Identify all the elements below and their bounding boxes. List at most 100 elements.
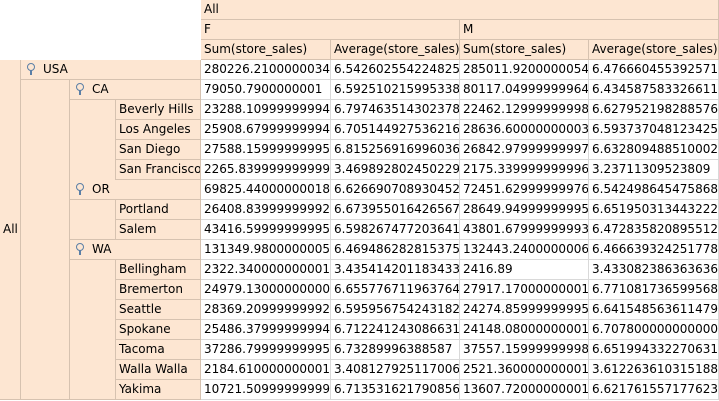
data-cell: 26408.839999999927 bbox=[201, 200, 331, 220]
data-cell: 6.7078000000000004 bbox=[589, 320, 719, 340]
data-cell: 28636.600000000035 bbox=[460, 120, 589, 140]
row-header-city[interactable]: Bellingham bbox=[116, 260, 201, 280]
data-cell: 6.626690708930452 bbox=[331, 180, 460, 200]
data-cell: 6.705144927536216​5 bbox=[331, 120, 460, 140]
row-header-state-label: WA bbox=[92, 242, 112, 256]
data-cell: 25486.37999999994 bbox=[201, 320, 331, 340]
data-cell: 285011.92000000546 bbox=[460, 60, 589, 80]
data-cell: 6.466639324251778 bbox=[589, 240, 719, 260]
data-cell: 6.592510215995338 bbox=[331, 80, 460, 100]
col-header-gender-m[interactable]: M bbox=[460, 20, 719, 40]
row-header-city[interactable]: Tacoma bbox=[116, 340, 201, 360]
data-cell: 2521.3600000000015 bbox=[460, 360, 589, 380]
data-cell: 6.476660455392571 bbox=[589, 60, 719, 80]
row-header-city[interactable]: Salem bbox=[116, 220, 201, 240]
data-cell: 3.469892802450229 bbox=[331, 160, 460, 180]
pin-icon[interactable] bbox=[76, 243, 84, 255]
data-cell: 23288.109999999946 bbox=[201, 100, 331, 120]
data-cell: 6.595956754243182 bbox=[331, 300, 460, 320]
row-indent-usa bbox=[21, 80, 70, 400]
data-cell: 6.6415485636114795 bbox=[589, 300, 719, 320]
row-header-city[interactable]: Seattle bbox=[116, 300, 201, 320]
row-header-city[interactable]: Spokane bbox=[116, 320, 201, 340]
data-cell: 6.651994332270631 bbox=[589, 340, 719, 360]
data-cell: 28369.209999999926 bbox=[201, 300, 331, 320]
data-cell: 6.593737048123425 bbox=[589, 120, 719, 140]
row-header-city[interactable]: Walla Walla bbox=[116, 360, 201, 380]
data-cell: 72451.62999999976 bbox=[460, 180, 589, 200]
data-cell: 6.713531621790856 bbox=[331, 380, 460, 400]
col-header-measure[interactable]: Sum(store_sales) bbox=[201, 40, 331, 60]
data-cell: 80117.04999999964 bbox=[460, 80, 589, 100]
row-header-city[interactable]: Los Angeles bbox=[116, 120, 201, 140]
row-header-city[interactable]: Beverly Hills bbox=[116, 100, 201, 120]
data-cell: 6.73289996388587 bbox=[331, 340, 460, 360]
data-cell: 132443.24000000066 bbox=[460, 240, 589, 260]
row-indent-state bbox=[70, 200, 116, 240]
row-header-country[interactable]: USA bbox=[21, 60, 201, 80]
col-header-gender-f[interactable]: F bbox=[201, 20, 460, 40]
data-cell: 26842.979999999978 bbox=[460, 140, 589, 160]
row-header-city[interactable]: San Diego bbox=[116, 140, 201, 160]
data-cell: 2322.340000000001 bbox=[201, 260, 331, 280]
data-cell: 43416.599999999955 bbox=[201, 220, 331, 240]
data-cell: 2184.610000000001 bbox=[201, 360, 331, 380]
data-cell: 3.408127925117006​5 bbox=[331, 360, 460, 380]
data-cell: 6.542602554224825 bbox=[331, 60, 460, 80]
data-cell: 22462.129999999986 bbox=[460, 100, 589, 120]
row-header-state[interactable]: WA bbox=[70, 240, 201, 260]
data-cell: 6.627952198288576 bbox=[589, 100, 719, 120]
col-header-all[interactable]: All bbox=[201, 0, 719, 20]
data-cell: 43801.679999999935 bbox=[460, 220, 589, 240]
data-cell: 6.621761557177623 bbox=[589, 380, 719, 400]
data-cell: 6.815256916996036 bbox=[331, 140, 460, 160]
data-cell: 37557.15999999998 bbox=[460, 340, 589, 360]
data-cell: 2265.8399999999997 bbox=[201, 160, 331, 180]
row-indent-state bbox=[70, 260, 116, 400]
row-header-city[interactable]: San Francisco bbox=[116, 160, 201, 180]
data-cell: 6.797463514302378 bbox=[331, 100, 460, 120]
data-cell: 6.673955016426567 bbox=[331, 200, 460, 220]
data-cell: 3.23711309523809 bbox=[589, 160, 719, 180]
row-header-all[interactable]: All bbox=[0, 60, 21, 400]
data-cell: 24979.130000000005 bbox=[201, 280, 331, 300]
pin-icon[interactable] bbox=[76, 183, 84, 195]
row-header-state-label: OR bbox=[92, 182, 110, 196]
data-cell: 3.612263610315188 bbox=[589, 360, 719, 380]
row-header-state[interactable]: CA bbox=[70, 80, 201, 100]
data-cell: 25908.679999999942 bbox=[201, 120, 331, 140]
data-cell: 6.632809488510002 bbox=[589, 140, 719, 160]
data-cell: 6.771081736599568 bbox=[589, 280, 719, 300]
data-cell: 6.651950313443222 bbox=[589, 200, 719, 220]
row-header-country-label: USA bbox=[43, 62, 68, 76]
row-header-city[interactable]: Portland bbox=[116, 200, 201, 220]
data-cell: 27588.159999999956 bbox=[201, 140, 331, 160]
data-cell: 28649.949999999957 bbox=[460, 200, 589, 220]
data-cell: 280226.21000000346 bbox=[201, 60, 331, 80]
data-cell: 131349.98000000056 bbox=[201, 240, 331, 260]
data-cell: 6.472835820895512 bbox=[589, 220, 719, 240]
data-cell: 2175.3399999999965 bbox=[460, 160, 589, 180]
data-cell: 10721.509999999997 bbox=[201, 380, 331, 400]
data-cell: 6.712241243086631 bbox=[331, 320, 460, 340]
row-header-city[interactable]: Yakima bbox=[116, 380, 201, 400]
data-cell: 3.4330823863636364 bbox=[589, 260, 719, 280]
row-header-city[interactable]: Bremerton bbox=[116, 280, 201, 300]
row-header-state-label: CA bbox=[92, 82, 109, 96]
data-cell: 3.4354142011834337 bbox=[331, 260, 460, 280]
row-header-state[interactable]: OR bbox=[70, 180, 201, 200]
pin-icon[interactable] bbox=[27, 63, 35, 75]
data-cell: 2416.89 bbox=[460, 260, 589, 280]
col-header-measure[interactable]: Average(store_sales) bbox=[331, 40, 460, 60]
data-cell: 6.469486282815375 bbox=[331, 240, 460, 260]
data-cell: 6.542498645475868 bbox=[589, 180, 719, 200]
pin-icon[interactable] bbox=[76, 83, 84, 95]
data-cell: 27917.170000000016 bbox=[460, 280, 589, 300]
col-header-measure[interactable]: Sum(store_sales) bbox=[460, 40, 589, 60]
data-cell: 6.655776711963764 bbox=[331, 280, 460, 300]
data-cell: 79050.7900000001 bbox=[201, 80, 331, 100]
col-header-measure[interactable]: Average(store_sales) bbox=[589, 40, 719, 60]
data-cell: 6.598267477203641 bbox=[331, 220, 460, 240]
data-cell: 37286.79999999995 bbox=[201, 340, 331, 360]
data-cell: 69825.44000000018 bbox=[201, 180, 331, 200]
